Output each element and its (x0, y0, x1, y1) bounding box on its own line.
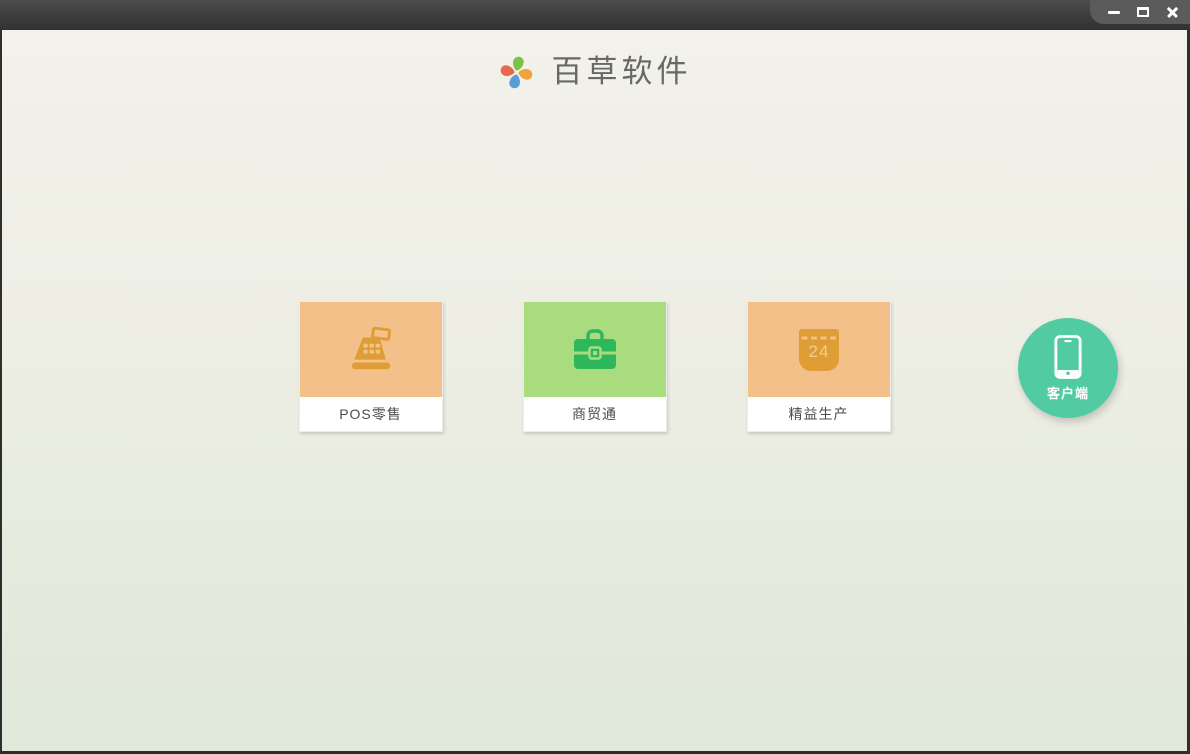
client-button[interactable]: 客户端 (1018, 318, 1118, 418)
maximize-icon (1137, 7, 1149, 17)
product-card-label: 精益生产 (747, 397, 890, 431)
pinwheel-icon (500, 56, 532, 89)
calendar-icon: 24 (798, 328, 839, 371)
smartphone-icon (1054, 335, 1082, 379)
calendar-day-number: 24 (808, 342, 829, 361)
app-window: 百草软件 POS零售 商贸通 24 精益生产 客户端 (0, 0, 1190, 754)
minimize-icon (1108, 10, 1120, 14)
titlebar[interactable] (0, 0, 1190, 30)
briefcase-icon (573, 328, 616, 369)
main-content: 百草软件 POS零售 商贸通 24 精益生产 客户端 (2, 30, 1187, 751)
product-cards: POS零售 商贸通 24 精益生产 (2, 301, 1187, 432)
app-logo: 百草软件 (2, 54, 1187, 91)
client-button-label: 客户端 (1046, 386, 1089, 401)
product-card-pos-tile (299, 302, 442, 397)
cash-register-icon (351, 326, 391, 369)
app-title: 百草软件 (551, 54, 692, 90)
close-icon (1166, 6, 1179, 19)
product-card-label: POS零售 (299, 397, 442, 431)
product-card-lean-tile: 24 (747, 302, 890, 397)
minimize-button[interactable] (1106, 4, 1122, 20)
product-card-label: 商贸通 (523, 397, 666, 431)
product-card-trade[interactable]: 商贸通 (522, 301, 667, 432)
product-card-lean[interactable]: 24 精益生产 (746, 301, 891, 432)
close-button[interactable] (1164, 4, 1180, 20)
product-card-trade-tile (523, 302, 666, 397)
product-card-pos[interactable]: POS零售 (298, 301, 443, 432)
window-controls (1090, 0, 1190, 24)
maximize-button[interactable] (1135, 4, 1151, 20)
